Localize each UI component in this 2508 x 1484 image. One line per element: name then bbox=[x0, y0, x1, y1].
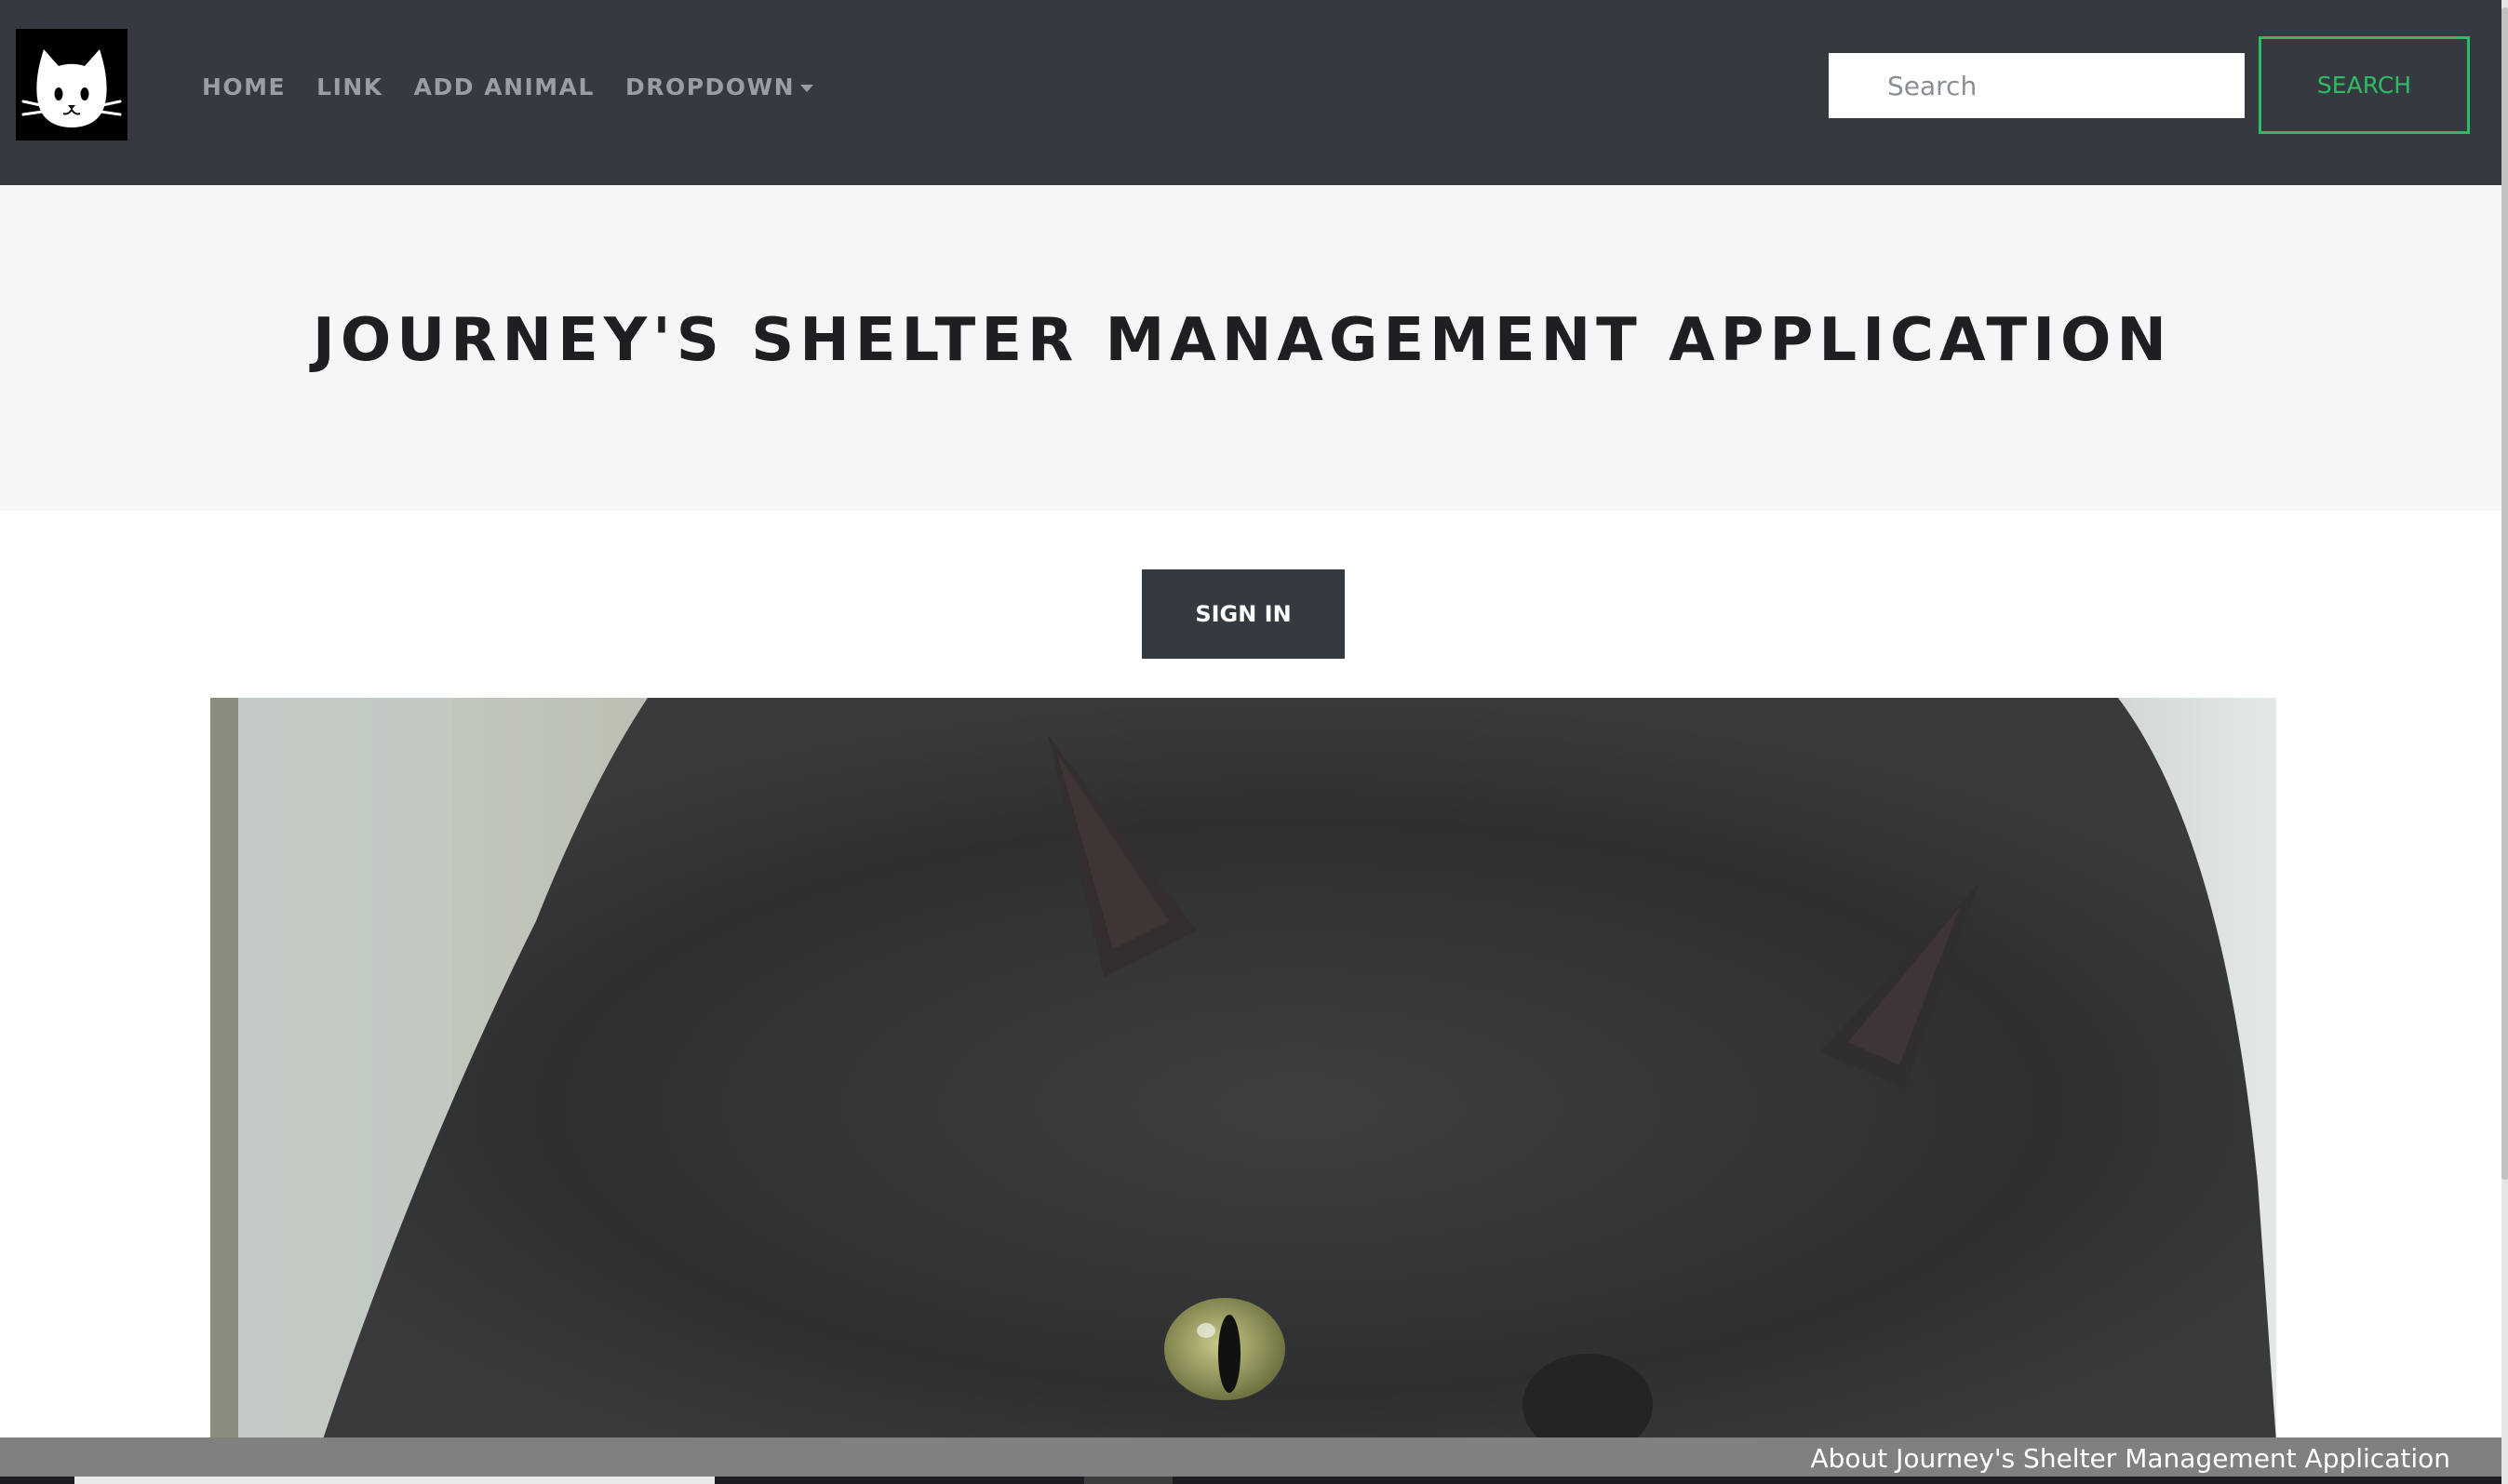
nav-dropdown-label: DROPDOWN bbox=[624, 73, 796, 100]
bottom-strip-segment bbox=[1084, 1477, 1173, 1484]
caret-down-icon bbox=[800, 84, 814, 92]
sign-in-button[interactable]: SIGN IN bbox=[1142, 569, 1345, 659]
bottom-strip-segment bbox=[74, 1477, 715, 1484]
nav-links: HOME LINK ADD ANIMAL DROPDOWN bbox=[202, 71, 844, 102]
page-title: JOURNEY'S SHELTER MANAGEMENT APPLICATION bbox=[313, 306, 2172, 375]
navbar: HOME LINK ADD ANIMAL DROPDOWN SEARCH bbox=[0, 0, 2501, 185]
nav-add-animal-link[interactable]: ADD ANIMAL bbox=[414, 74, 595, 100]
jumbotron: JOURNEY'S SHELTER MANAGEMENT APPLICATION bbox=[0, 185, 2501, 511]
nav-home-link[interactable]: HOME bbox=[202, 74, 286, 100]
hero-cat-image bbox=[210, 698, 2276, 1442]
vertical-scrollbar[interactable] bbox=[2501, 0, 2508, 1484]
nav-link-link[interactable]: LINK bbox=[316, 74, 383, 100]
brand-logo[interactable] bbox=[16, 29, 127, 140]
search-button[interactable]: SEARCH bbox=[2259, 36, 2470, 134]
scrollbar-thumb[interactable] bbox=[2501, 7, 2508, 1180]
nav-dropdown-toggle[interactable]: DROPDOWN bbox=[624, 73, 814, 100]
footer: About Journey's Shelter Management Appli… bbox=[0, 1437, 2501, 1477]
search-input[interactable] bbox=[1829, 53, 2245, 118]
footer-about-link[interactable]: About Journey's Shelter Management Appli… bbox=[1810, 1443, 2450, 1474]
page: HOME LINK ADD ANIMAL DROPDOWN SEARCH JOU… bbox=[0, 0, 2508, 1484]
bottom-strip bbox=[0, 1477, 2501, 1484]
cat-logo-icon bbox=[21, 49, 122, 127]
